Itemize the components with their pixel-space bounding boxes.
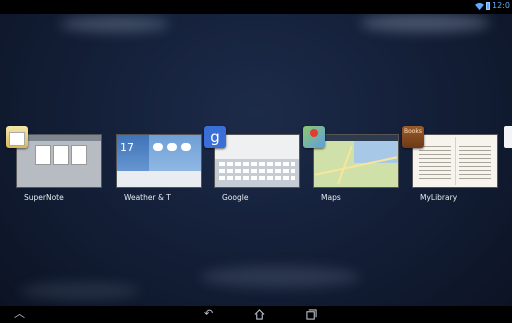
google-icon: g [204, 126, 226, 148]
status-clock: 12:0 [492, 1, 510, 10]
wallpaper-cloud [200, 266, 360, 288]
up-arrow-icon[interactable]: ︿ [14, 308, 25, 320]
google-icon-letter: g [210, 128, 220, 146]
recent-apps-icon[interactable] [306, 309, 317, 320]
app-label: MyLibrary [420, 193, 458, 202]
status-icons: 12:0 [475, 1, 510, 11]
maps-icon [303, 126, 325, 148]
wallpaper-cloud [20, 282, 140, 300]
app-thumbnail [214, 134, 300, 188]
back-icon[interactable]: ↶ [204, 308, 213, 320]
wallpaper-cloud [360, 14, 490, 32]
app-thumbnail [412, 134, 498, 188]
app-label: Maps [321, 193, 341, 202]
app-thumbnail: 17 [116, 134, 202, 188]
supernote-icon [6, 126, 28, 148]
battery-icon [486, 2, 491, 10]
mylibrary-icon: Books [402, 126, 424, 148]
app-thumbnail [313, 134, 399, 188]
app-thumbnail [16, 134, 102, 188]
recent-apps-screen: 12:0 SuperNote 17 Weather & T g Google M… [0, 0, 512, 323]
mylibrary-icon-text: Books [403, 128, 423, 135]
status-bar: 12:0 [0, 0, 512, 14]
app-label: SuperNote [24, 193, 64, 202]
app-label: Google [222, 193, 249, 202]
navigation-bar: ︿ ↶ [0, 306, 512, 323]
recent-app-card-partial[interactable] [504, 126, 512, 148]
wifi-icon [475, 2, 485, 10]
weather-date: 17 [120, 141, 134, 154]
wallpaper-cloud [60, 16, 170, 32]
home-icon[interactable] [254, 309, 265, 320]
app-label: Weather & T [124, 193, 171, 202]
